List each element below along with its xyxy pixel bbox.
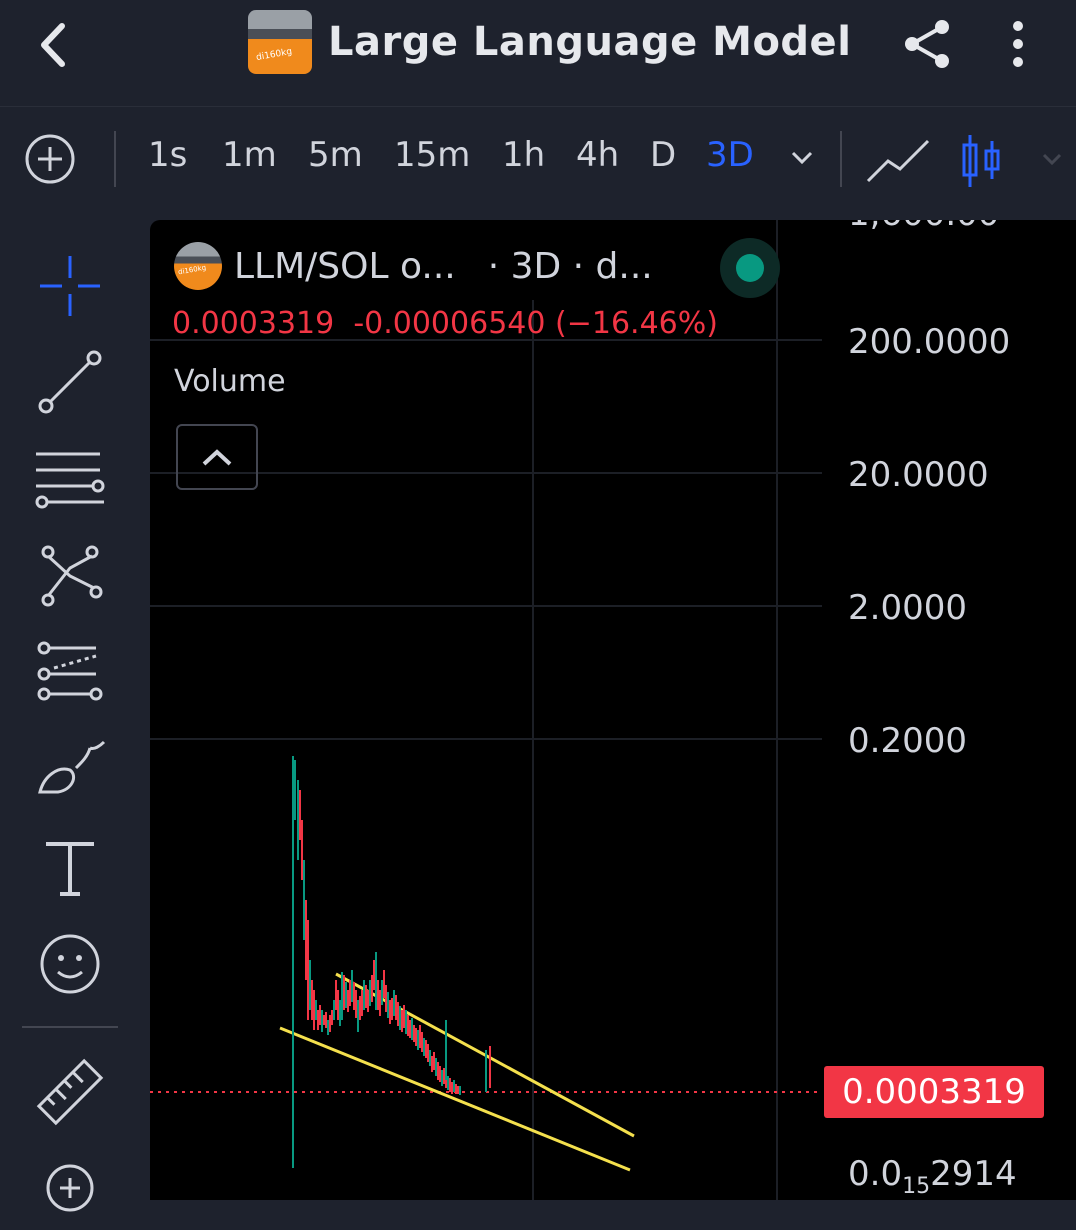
- chevron-up-icon: [202, 449, 232, 466]
- toolbar-divider: [840, 131, 842, 187]
- timeframe-D[interactable]: D: [650, 135, 676, 175]
- timeframe-1h[interactable]: 1h: [502, 135, 545, 175]
- avatar-caption: di160kg: [177, 263, 207, 277]
- volume-label: Volume: [174, 364, 286, 399]
- chevron-down-icon[interactable]: [1040, 147, 1064, 171]
- candles: [292, 756, 491, 1168]
- axis-label-bottom: 0.0152914: [848, 1154, 1017, 1199]
- chevron-down-icon[interactable]: [788, 143, 816, 171]
- axis-label-top: 1,600.00: [848, 220, 999, 234]
- emoji-icon[interactable]: [34, 928, 106, 1000]
- drawing-toolbar: [0, 220, 140, 1212]
- chart-panel[interactable]: di160kg LLM/SOL o... · 3D · d... 0.00033…: [150, 220, 1076, 1200]
- timeframe-15m[interactable]: 15m: [394, 135, 470, 175]
- last-price: 0.0003319: [172, 306, 335, 341]
- timeframe-4h[interactable]: 4h: [576, 135, 619, 175]
- market-status-indicator: [720, 238, 780, 298]
- fib-retracement-icon[interactable]: [34, 442, 106, 514]
- back-arrow-icon[interactable]: [30, 20, 80, 70]
- symbol-label[interactable]: LLM/SOL o...: [234, 246, 456, 287]
- pattern-icon[interactable]: [34, 540, 106, 612]
- timeframe-5m[interactable]: 5m: [308, 135, 363, 175]
- top-app-bar: di160kg Large Language Model: [0, 0, 1076, 106]
- title-group: di160kg Large Language Model: [248, 10, 851, 74]
- price-change: -0.00006540: [353, 306, 546, 341]
- bottom-label-suffix: 2914: [930, 1154, 1017, 1194]
- trendline-lower: [279, 1026, 631, 1172]
- bottom-label-prefix: 0.0: [848, 1154, 903, 1194]
- trend-line-icon[interactable]: [34, 346, 106, 418]
- ruler-icon[interactable]: [34, 1056, 106, 1128]
- sidebar-divider: [22, 1026, 118, 1028]
- candlestick-icon[interactable]: [960, 133, 1004, 189]
- timeframe-1s[interactable]: 1s: [148, 135, 187, 175]
- interval-label: · 3D · d...: [487, 245, 653, 287]
- timeframe-1m[interactable]: 1m: [222, 135, 277, 175]
- toolbar-divider: [114, 131, 116, 187]
- timeframe-toolbar: 1s 1m 5m 15m 1h 4h D 3D: [0, 106, 1076, 211]
- avatar-caption: di160kg: [255, 46, 293, 64]
- price-change-pct: (−16.46%): [555, 306, 718, 341]
- price-readout: 0.0003319 -0.00006540 (−16.46%): [172, 306, 718, 341]
- add-indicator-icon[interactable]: [24, 133, 76, 185]
- status-dot: [736, 254, 764, 282]
- token-avatar: di160kg: [248, 10, 312, 74]
- axis-label: 200.0000: [848, 322, 1011, 362]
- timeframe-3D[interactable]: 3D: [706, 135, 754, 175]
- axis-label: 0.2000: [848, 721, 967, 761]
- legend-token-avatar: di160kg: [174, 242, 222, 290]
- price-chart[interactable]: [150, 220, 1076, 1200]
- page-title: Large Language Model: [328, 19, 852, 65]
- axis-label: 20.0000: [848, 455, 989, 495]
- line-chart-icon[interactable]: [866, 137, 930, 185]
- share-icon[interactable]: [902, 18, 954, 70]
- text-icon[interactable]: [34, 832, 106, 904]
- crosshair-icon[interactable]: [34, 250, 106, 322]
- prediction-icon[interactable]: [34, 638, 106, 710]
- axis-label: 2.0000: [848, 588, 967, 628]
- current-price-tag: 0.0003319: [824, 1066, 1044, 1118]
- collapse-legend-button[interactable]: [176, 424, 258, 490]
- more-vertical-icon[interactable]: [1004, 18, 1032, 70]
- legend-header[interactable]: di160kg LLM/SOL o... · 3D · d...: [174, 242, 653, 290]
- bottom-label-zeros: 15: [902, 1173, 931, 1199]
- brush-icon[interactable]: [34, 736, 106, 808]
- zoom-in-icon[interactable]: [34, 1158, 106, 1230]
